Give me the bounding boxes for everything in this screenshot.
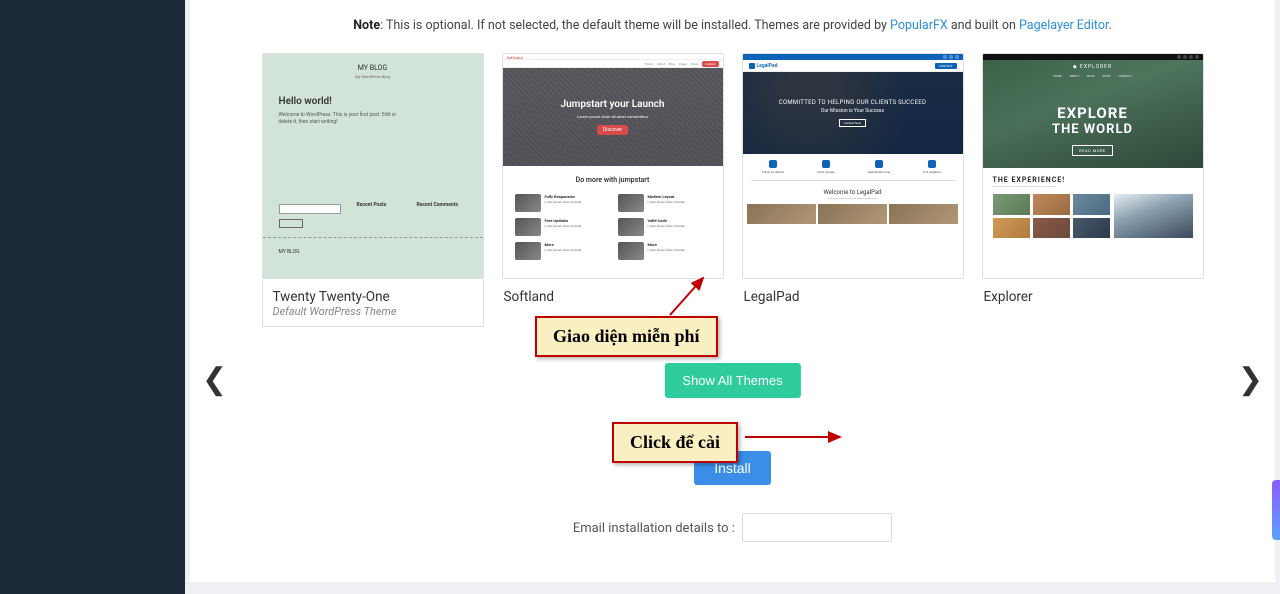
theme-thumb: MY BLOGMy WordPress Blog Hello world! We… [262,53,484,279]
show-all-themes-button[interactable]: Show All Themes [664,363,800,398]
side-widget[interactable] [1272,480,1280,540]
theme-card-legalpad[interactable]: LegalPadCONTACT COMMITTED TO HELPING OUR… [742,53,964,327]
popularfx-link[interactable]: PopularFX [890,18,948,33]
email-label: Email installation details to : [573,521,735,536]
theme-card-twenty-twenty-one[interactable]: MY BLOGMy WordPress Blog Hello world! We… [262,53,484,327]
theme-card-explorer[interactable]: ◆ EXPLORER HOMEABOUTBLOGSHOPCONTACT EXPL… [982,53,1204,327]
theme-label: Explorer [982,279,1204,305]
theme-thumb: SoftLand HomeAboutBlogPagesShopContact J… [502,53,724,279]
note-bold: Note [353,18,380,33]
theme-selector-panel: Note: This is optional. If not selected,… [190,0,1275,582]
theme-card-softland[interactable]: SoftLand HomeAboutBlogPagesShopContact J… [502,53,724,327]
prev-arrow-icon[interactable]: ❮ [202,365,227,395]
theme-thumb: ◆ EXPLORER HOMEABOUTBLOGSHOPCONTACT EXPL… [982,53,1204,279]
email-field[interactable] [742,513,892,542]
annotation-click-install: Click để cài [612,422,738,463]
themes-row: MY BLOGMy WordPress Blog Hello world! We… [190,43,1275,335]
theme-thumb: LegalPadCONTACT COMMITTED TO HELPING OUR… [742,53,964,279]
theme-label: Softland [502,279,724,305]
next-arrow-icon[interactable]: ❯ [1238,365,1263,395]
left-dark-panel [0,0,185,594]
theme-label: LegalPad [742,279,964,305]
theme-label: Twenty Twenty-One Default WordPress Them… [262,279,484,327]
note-line: Note: This is optional. If not selected,… [190,0,1275,43]
pagelayer-link[interactable]: Pagelayer Editor [1019,18,1108,33]
annotation-free-theme: Giao diện miễn phí [535,316,718,357]
